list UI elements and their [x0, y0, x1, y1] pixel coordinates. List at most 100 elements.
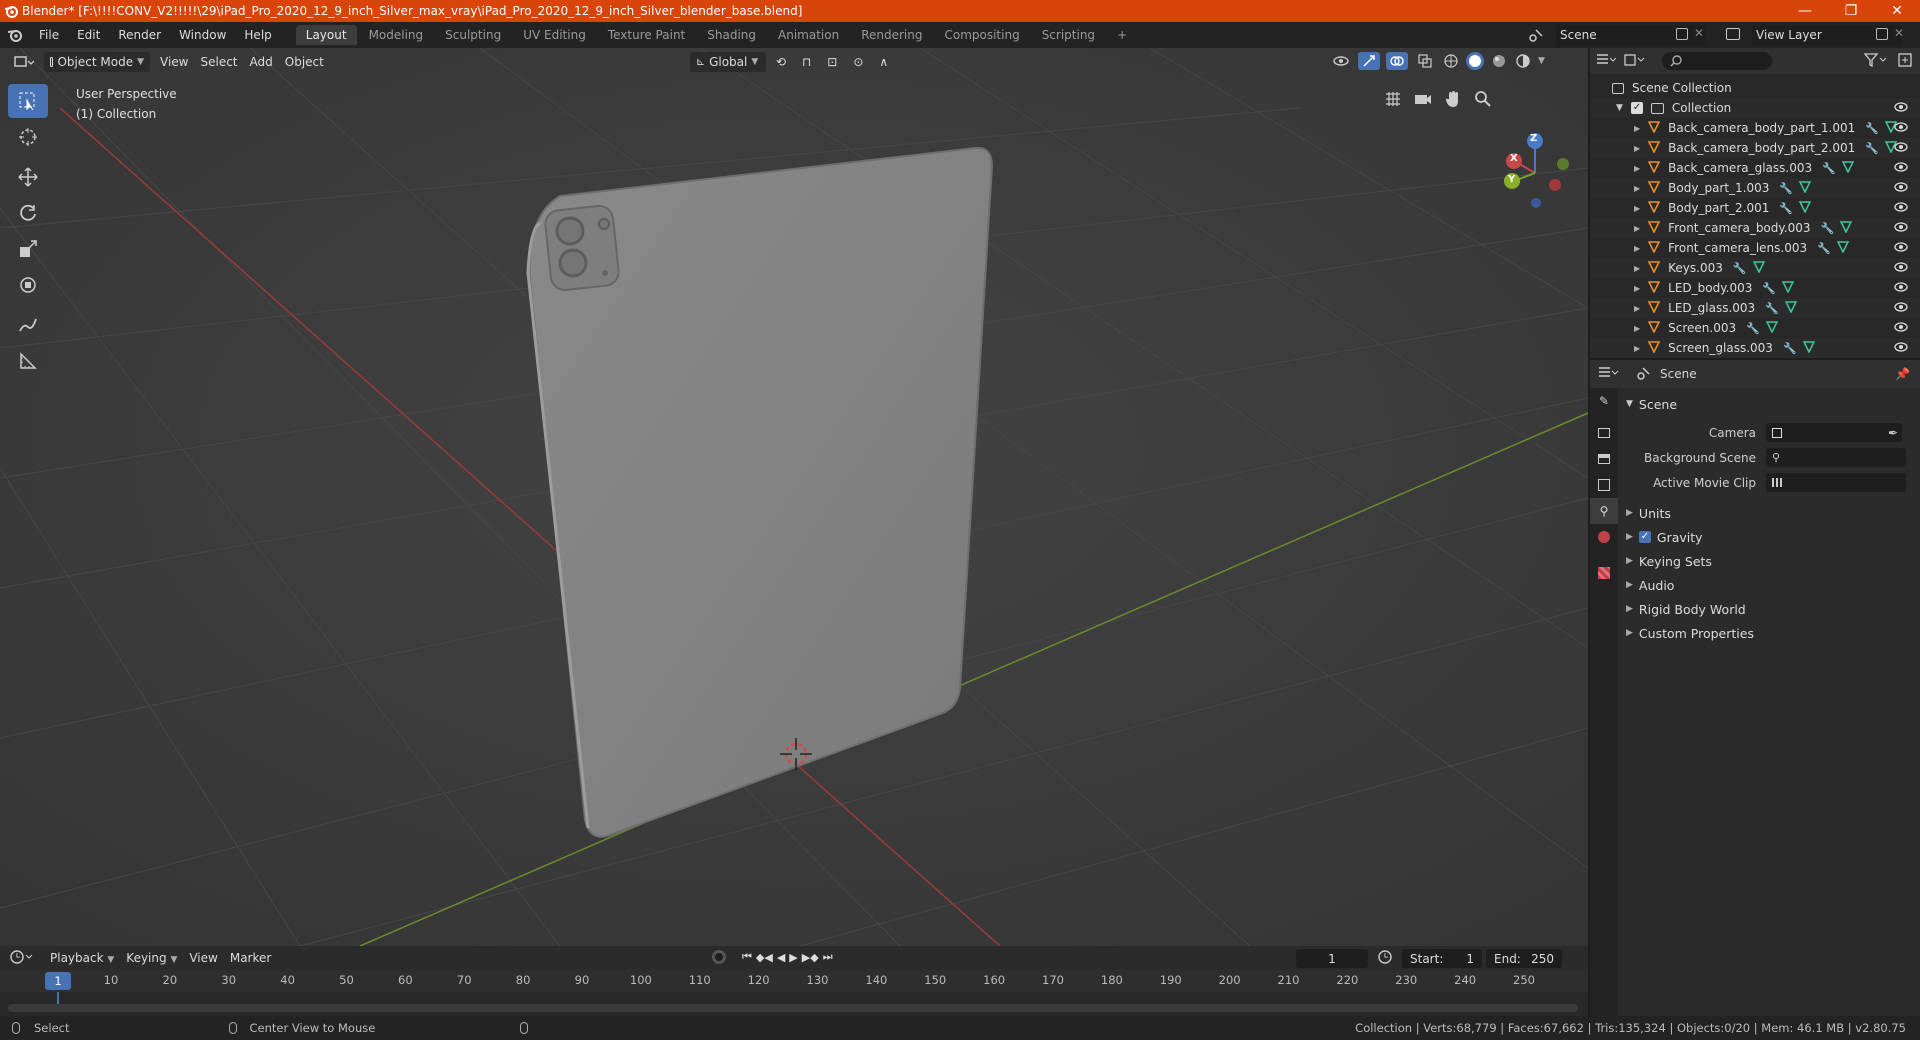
scene-panel-header[interactable]: ▼ Scene — [1618, 392, 1920, 416]
editor-type-button[interactable] — [8, 52, 40, 72]
overlay-toggle-icon[interactable] — [1386, 52, 1408, 70]
modifier-wrench-icon[interactable]: 🔧 — [1779, 202, 1793, 215]
eye-icon[interactable] — [1894, 181, 1908, 195]
eye-icon[interactable] — [1894, 321, 1908, 335]
outliner-item[interactable]: ▶ Keys.003 🔧 — [1590, 258, 1920, 278]
custom-properties-panel-header[interactable]: ▶ Custom Properties — [1618, 621, 1920, 645]
eye-icon[interactable] — [1894, 221, 1908, 235]
mesh-data-icon[interactable] — [1798, 180, 1812, 196]
timeline-scrollbar[interactable] — [8, 1004, 1578, 1012]
next-keyframe-icon[interactable]: ▶◆ — [802, 951, 819, 964]
active-movie-clip-field[interactable] — [1766, 473, 1906, 492]
eye-icon[interactable] — [1894, 121, 1908, 135]
menu-render[interactable]: Render — [109, 22, 170, 48]
camera-view-button[interactable] — [1410, 86, 1436, 112]
minimize-button[interactable]: — — [1782, 0, 1828, 22]
mesh-data-icon[interactable] — [1752, 260, 1765, 276]
wireframe-shading-icon[interactable] — [1442, 52, 1460, 70]
rendered-shading-icon[interactable] — [1514, 52, 1532, 70]
collection-checkbox[interactable]: ✓ — [1630, 102, 1643, 114]
expand-arrow-icon[interactable]: ▶ — [1634, 304, 1640, 313]
current-frame-field[interactable]: 1 — [1296, 949, 1368, 968]
outliner-item[interactable]: ▶ Front_camera_body.003 🔧 — [1590, 218, 1920, 238]
end-frame-field[interactable]: End: 250 — [1486, 949, 1562, 968]
outliner-item[interactable]: ▶ Body_part_1.003 🔧 — [1590, 178, 1920, 198]
toggle-ortho-button[interactable] — [1380, 86, 1406, 112]
expand-arrow-icon[interactable]: ▶ — [1634, 124, 1640, 133]
audio-panel-header[interactable]: ▶ Audio — [1618, 573, 1920, 597]
expand-arrow-icon[interactable]: ▼ — [1616, 103, 1623, 113]
expand-arrow-icon[interactable]: ▶ — [1634, 164, 1640, 173]
rigid-body-world-panel-header[interactable]: ▶ Rigid Body World — [1618, 597, 1920, 621]
remove-view-layer-icon[interactable]: ✕ — [1894, 26, 1904, 40]
falloff-button[interactable]: ∧ — [873, 52, 894, 72]
mesh-data-icon[interactable] — [1798, 200, 1812, 216]
prev-keyframe-icon[interactable]: ◆◀ — [756, 951, 773, 964]
modifier-wrench-icon[interactable]: 🔧 — [1865, 122, 1879, 135]
new-view-layer-icon[interactable] — [1876, 28, 1888, 40]
pivot-point-button[interactable]: ⟲ — [770, 52, 792, 72]
outliner-item[interactable]: ▶ LED_body.003 🔧 — [1590, 278, 1920, 298]
scale-tool[interactable] — [8, 232, 48, 266]
tab-texture-paint[interactable]: Texture Paint — [598, 25, 695, 45]
tab-uv-editing[interactable]: UV Editing — [513, 25, 596, 45]
eye-icon[interactable] — [1894, 241, 1908, 255]
eyedropper-icon[interactable]: ✒ — [1888, 426, 1898, 440]
play-reverse-icon[interactable]: ◀ — [777, 951, 785, 964]
xray-toggle-icon[interactable] — [1414, 52, 1436, 70]
modifier-wrench-icon[interactable]: 🔧 — [1762, 282, 1776, 295]
tab-render[interactable] — [1590, 420, 1618, 446]
tab-tool[interactable]: ✎ — [1590, 388, 1618, 414]
viewport-menu-view[interactable]: View — [154, 52, 194, 72]
jump-end-icon[interactable]: ⏭ — [823, 950, 833, 964]
modifier-wrench-icon[interactable]: 🔧 — [1765, 302, 1779, 315]
eye-icon[interactable] — [1894, 141, 1908, 155]
expand-arrow-icon[interactable]: ▶ — [1634, 184, 1640, 193]
blender-menu-icon[interactable] — [0, 28, 30, 42]
modifier-wrench-icon[interactable]: 🔧 — [1783, 342, 1797, 355]
gravity-checkbox[interactable]: ✓ — [1638, 531, 1651, 543]
expand-arrow-icon[interactable]: ▶ — [1634, 344, 1640, 353]
cursor-tool[interactable] — [8, 120, 48, 154]
outliner-item[interactable]: ▶ Screen_glass.003 🔧 — [1590, 338, 1920, 358]
transform-orientation-dropdown[interactable]: ⊾ Global ▼ — [689, 52, 766, 72]
expand-arrow-icon[interactable]: ▶ — [1634, 244, 1640, 253]
tab-animation[interactable]: Animation — [768, 25, 849, 45]
viewport-menu-select[interactable]: Select — [194, 52, 243, 72]
snap-button[interactable]: ⊓ — [796, 52, 817, 72]
outliner-collection[interactable]: ▼ ✓ Collection — [1590, 98, 1920, 118]
tab-output[interactable] — [1590, 446, 1618, 472]
mesh-data-icon[interactable] — [1784, 300, 1798, 316]
object-mode-dropdown[interactable]: Object Mode ▼ — [44, 52, 150, 72]
chevron-down-icon[interactable]: ▼ — [1538, 56, 1545, 66]
expand-arrow-icon[interactable]: ▶ — [1634, 144, 1640, 153]
eye-icon[interactable] — [1894, 301, 1908, 315]
mesh-data-icon[interactable] — [1840, 220, 1853, 236]
pin-icon[interactable]: 📌 — [1895, 367, 1910, 381]
outliner-item[interactable]: ▶ Back_camera_body_part_2.001 🔧 — [1590, 138, 1920, 158]
eye-icon[interactable] — [1894, 161, 1908, 175]
tab-rendering[interactable]: Rendering — [851, 25, 932, 45]
outliner-item[interactable]: ▶ Body_part_2.001 🔧 — [1590, 198, 1920, 218]
modifier-wrench-icon[interactable]: 🔧 — [1733, 262, 1747, 275]
expand-arrow-icon[interactable]: ▶ — [1634, 264, 1640, 273]
outliner-scene-collection[interactable]: Scene Collection — [1590, 78, 1920, 98]
rotate-tool[interactable] — [8, 196, 48, 230]
pan-view-button[interactable] — [1440, 86, 1466, 112]
expand-arrow-icon[interactable]: ▶ — [1634, 284, 1640, 293]
expand-arrow-icon[interactable]: ▶ — [1634, 224, 1640, 233]
timeline-ruler[interactable]: 1 10 20 30 40 50 60 70 80 90 100 110 120 130 140 150 16… — [0, 970, 1588, 992]
3d-viewport[interactable]: Z X Y Object Mode ▼ View Select Add Obje… — [0, 48, 1588, 946]
filter-icon[interactable] — [1863, 52, 1888, 70]
menu-help[interactable]: Help — [235, 22, 280, 48]
modifier-wrench-icon[interactable]: 🔧 — [1821, 222, 1835, 235]
eye-icon[interactable] — [1894, 281, 1908, 295]
annotate-tool[interactable] — [8, 308, 48, 342]
gizmo-toggle-icon[interactable] — [1358, 52, 1380, 70]
new-collection-icon[interactable] — [1898, 52, 1912, 70]
tab-world[interactable] — [1590, 524, 1618, 550]
outliner-editor-type-icon[interactable] — [1596, 53, 1624, 70]
timeline-menu-playback[interactable]: Playback ▼ — [44, 948, 120, 968]
modifier-wrench-icon[interactable]: 🔧 — [1746, 322, 1760, 335]
material-shading-icon[interactable] — [1490, 52, 1508, 70]
